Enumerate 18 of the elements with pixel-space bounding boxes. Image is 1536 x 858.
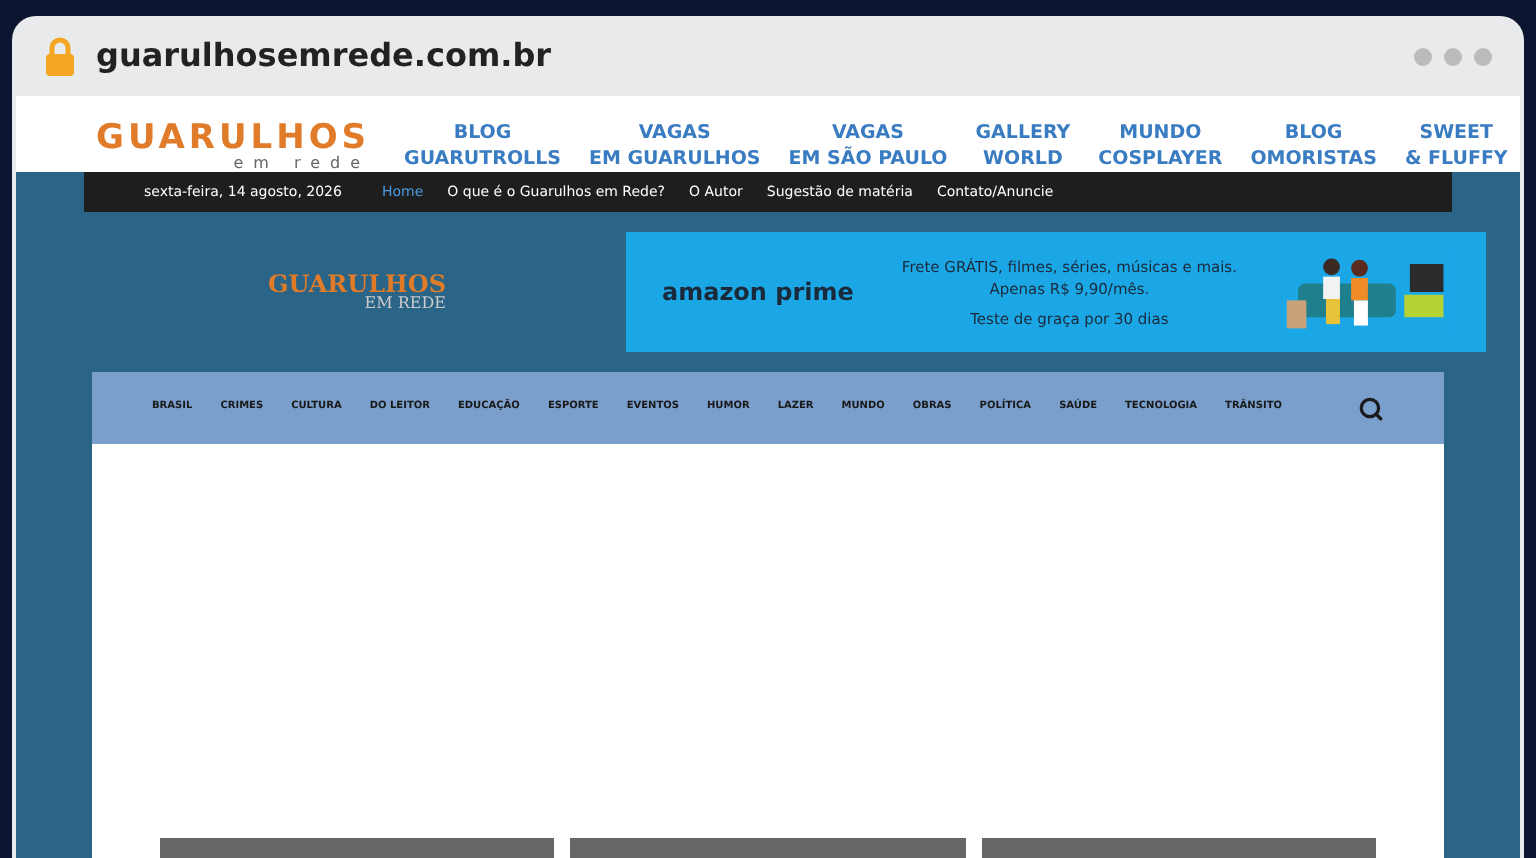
article-card[interactable] (160, 838, 555, 858)
header-link[interactable]: VAGAS EM SÃO PAULO (782, 120, 954, 172)
lock-icon (44, 36, 76, 76)
header-link[interactable]: MUNDO COSPLAYER (1092, 120, 1229, 172)
header-link[interactable]: SWEET & FLUFFY (1398, 120, 1514, 172)
header-link[interactable]: BLOG GUARUTROLLS (398, 120, 567, 172)
article-card[interactable] (570, 838, 966, 858)
logo-subtitle: em rede (233, 156, 371, 172)
header-link[interactable]: BLOG OMORISTAS (1244, 120, 1383, 172)
site-logo-title: GUARULHOS (268, 272, 446, 296)
search-icon[interactable] (1358, 395, 1384, 421)
header-link[interactable]: GALLERY WORLD (969, 120, 1077, 172)
ad-brand: amazon prime (662, 276, 854, 310)
logo-title: GUARULHOS (96, 122, 371, 156)
url-text[interactable]: guarulhosemrede.com.br (96, 32, 552, 80)
header-link[interactable]: VAGAS EM GUARULHOS (582, 120, 767, 172)
site-logo-subtitle: EM REDE (364, 296, 446, 312)
article-card[interactable] (981, 838, 1376, 858)
